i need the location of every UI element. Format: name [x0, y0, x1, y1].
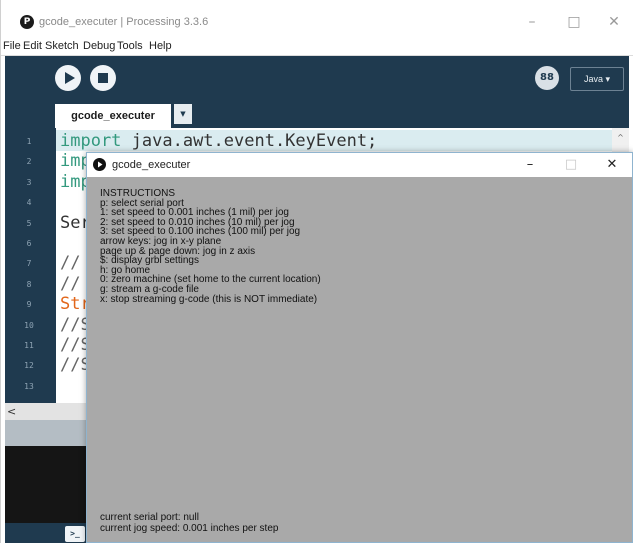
menu-tools[interactable]: Tools — [117, 39, 143, 53]
ide-titlebar: P gcode_executer | Processing 3.3.6 – □ … — [1, 8, 633, 36]
menu-edit[interactable]: Edit — [23, 39, 42, 53]
line-number: 10 — [24, 320, 34, 330]
line-number: 12 — [24, 361, 34, 371]
tab-gcode-executer[interactable]: gcode_executer — [55, 104, 171, 128]
serial-port-status: current serial port: null — [100, 512, 199, 523]
stop-icon — [98, 73, 108, 83]
sketch-titlebar: gcode_executer – □ ✕ — [87, 153, 632, 177]
menu-file[interactable]: File — [3, 39, 21, 53]
ide-minimize-button[interactable]: – — [510, 10, 554, 34]
line-number: 13 — [24, 381, 34, 391]
ide-close-button[interactable]: ✕ — [592, 10, 633, 34]
instruction-line: x: stop streaming g-code (this is NOT im… — [100, 293, 318, 305]
line-number: 9 — [26, 300, 32, 310]
line-number: 8 — [26, 279, 32, 289]
tab-menu-arrow-icon[interactable]: ▼ — [174, 104, 192, 124]
line-number: 11 — [24, 341, 34, 350]
menu-bar: File Edit Sketch Debug Tools Help — [1, 36, 633, 56]
ide-window-title: gcode_executer | Processing 3.3.6 — [39, 16, 209, 28]
console-toggle-icon[interactable]: >_ — [65, 526, 85, 542]
line-number: 3 — [26, 177, 32, 187]
mode-select[interactable]: Java ▾ — [570, 67, 624, 91]
line-number: 1 — [26, 137, 32, 146]
play-icon — [65, 72, 75, 84]
code-line: import java.awt.event.KeyEvent; — [60, 131, 378, 151]
line-number: 7 — [26, 259, 32, 269]
processing-logo-icon: P — [20, 15, 34, 29]
stop-button[interactable] — [90, 65, 116, 91]
debugger-icon[interactable]: 88 — [535, 66, 559, 90]
sketch-close-button[interactable]: ✕ — [592, 153, 632, 177]
scroll-up-arrow-icon[interactable]: ^ — [615, 131, 626, 144]
line-number: 2 — [26, 157, 32, 167]
ide-maximize-button[interactable]: □ — [552, 10, 596, 34]
code-line: // — [60, 253, 81, 274]
line-number: 5 — [26, 218, 32, 228]
ide-toolbar: 88 Java ▾ — [5, 56, 629, 104]
menu-debug[interactable]: Debug — [83, 39, 115, 53]
line-number: 4 — [26, 198, 32, 208]
sketch-minimize-button[interactable]: – — [510, 153, 550, 177]
sketch-output-window: gcode_executer – □ ✕ INSTRUCTIONS p: sele… — [86, 152, 633, 543]
sketch-window-title: gcode_executer — [112, 159, 191, 171]
sketch-maximize-button[interactable]: □ — [551, 153, 591, 177]
jog-speed-status: current jog speed: 0.001 inches per step — [100, 522, 279, 534]
line-number-gutter: 1 2 3 4 5 6 7 8 9 10 11 12 13 — [5, 128, 56, 403]
sketch-canvas[interactable]: INSTRUCTIONS p: select serial port 1: set … — [87, 177, 632, 542]
line-number: 6 — [26, 239, 32, 248]
scroll-left-arrow-icon[interactable]: < — [7, 404, 16, 419]
code-line: // — [60, 273, 81, 294]
sketch-app-icon — [93, 158, 106, 171]
menu-sketch[interactable]: Sketch — [45, 39, 79, 53]
run-button[interactable] — [55, 65, 81, 91]
menu-help[interactable]: Help — [149, 39, 172, 53]
tab-strip: gcode_executer ▼ — [5, 104, 629, 128]
